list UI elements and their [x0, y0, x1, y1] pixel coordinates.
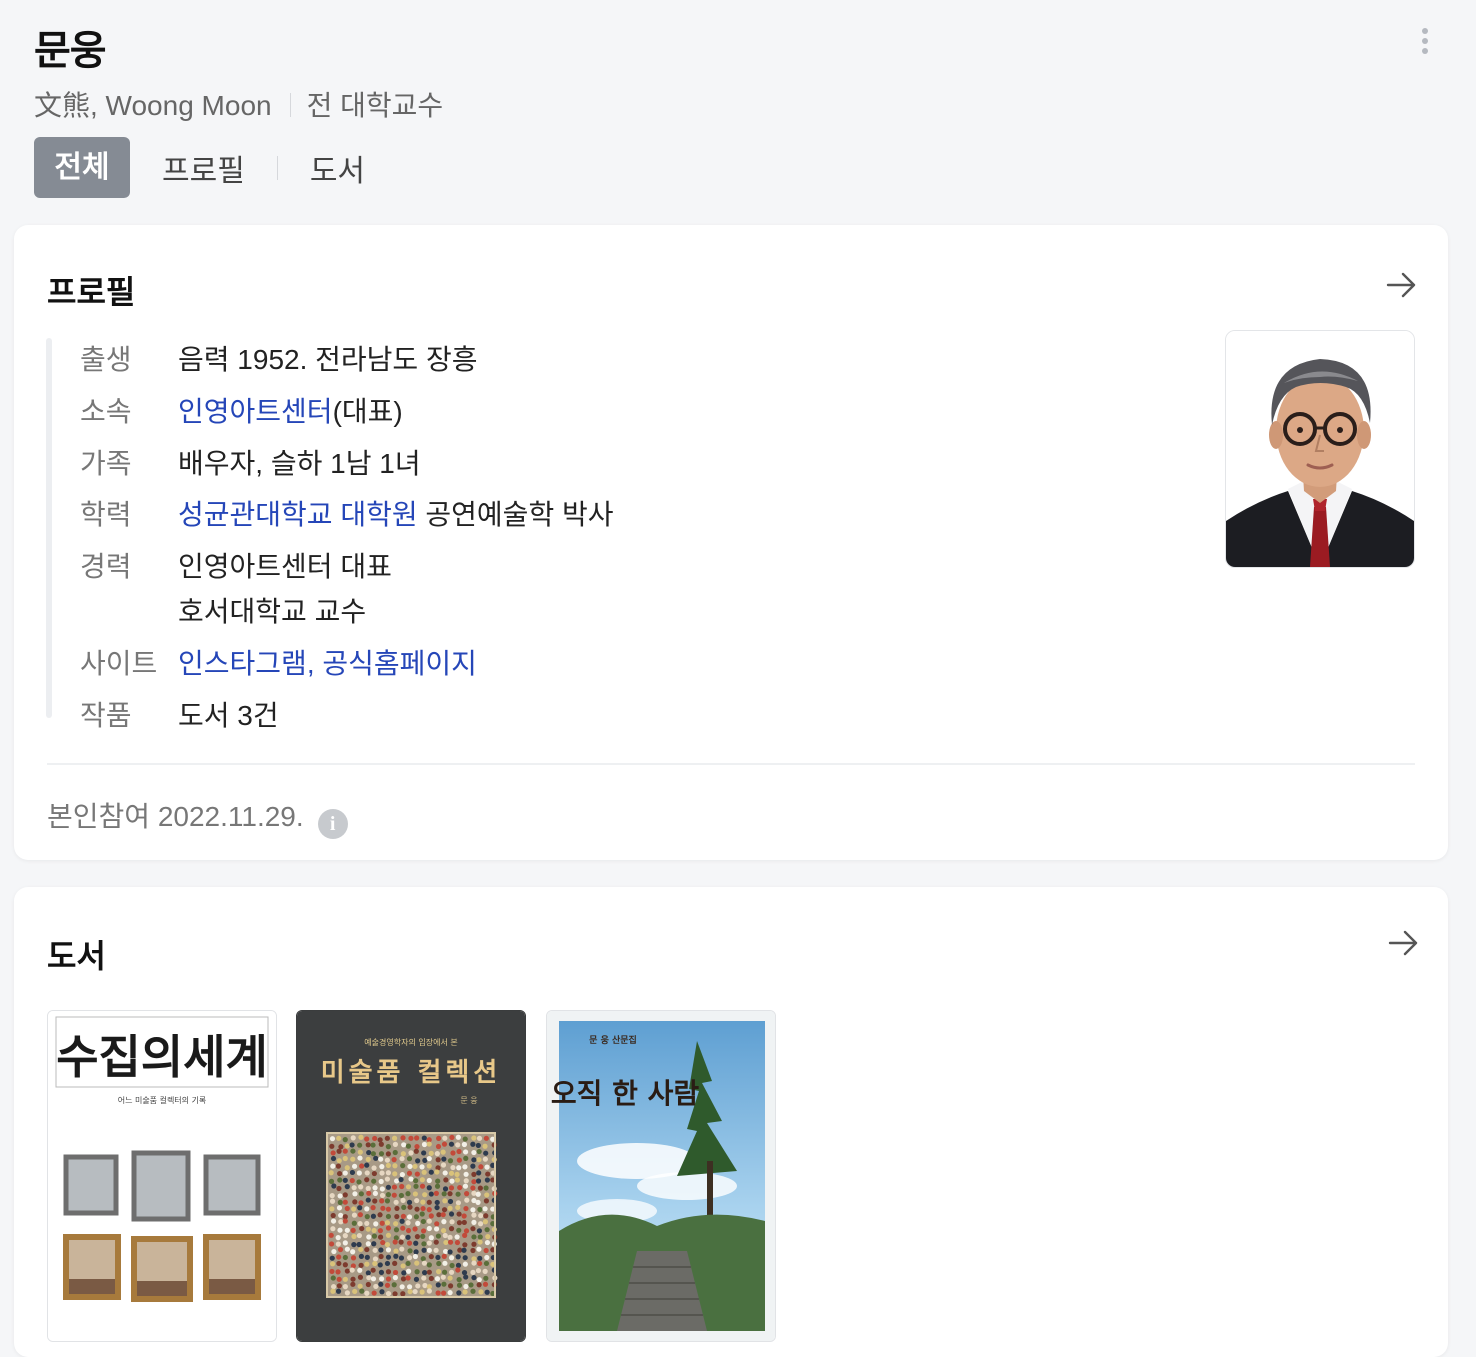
info-bar	[46, 338, 52, 718]
info-label: 가족	[80, 448, 132, 479]
books-card: 도서 수집의세계 어느 미술품 컬렉터의 기록 예술경영학자의 입장에서 본 미…	[14, 887, 1448, 1357]
tab-bar: 전체 프로필 도서	[34, 137, 365, 198]
info-value: 호서대학교 교수	[178, 596, 367, 627]
info-value: 인영아트센터(대표)	[178, 390, 403, 430]
book-cover-3[interactable]: 문 웅 산문집 오직 한 사람	[546, 1010, 776, 1342]
info-value: 음력 1952. 전라남도 장흥	[178, 344, 478, 375]
profile-card: 프로필 출생 음력 1952. 전라남도 장흥 소속 인영아트센터(대표) 가족…	[14, 225, 1448, 860]
book-cover-1[interactable]: 수집의세계 어느 미술품 컬렉터의 기록	[47, 1010, 277, 1342]
person-occupation: 전 대학교수	[306, 90, 444, 121]
arrow-right-icon[interactable]	[1386, 271, 1418, 299]
tab-divider	[276, 155, 278, 180]
info-value: 배우자, 슬하 1남 1녀	[178, 448, 421, 479]
person-subinfo: 文熊, Woong Moon 전 대학교수	[34, 84, 443, 124]
profile-photo[interactable]	[1225, 330, 1415, 568]
info-label: 출생	[80, 344, 132, 375]
tab-books[interactable]: 도서	[310, 146, 365, 190]
divider	[289, 93, 291, 117]
education-link[interactable]: 성균관대학교 대학원	[178, 499, 418, 530]
book-3-subtitle: 문 웅 산문집	[589, 1034, 637, 1046]
book-1-title: 수집의세계	[56, 1030, 268, 1084]
info-label: 사이트	[80, 648, 158, 679]
participation-note: 본인참여 2022.11.29. i	[47, 795, 348, 839]
book-3-title: 오직 한 사람	[551, 1077, 700, 1110]
arrow-right-icon[interactable]	[1388, 929, 1420, 957]
instagram-link[interactable]: 인스타그램	[178, 648, 307, 679]
person-alias: 文熊, Woong Moon	[34, 90, 272, 121]
person-name: 문웅	[34, 29, 107, 73]
book-2-subtitle: 예술경영학자의 입장에서 본	[364, 1037, 457, 1047]
book-1-subtitle: 어느 미술품 컬렉터의 기록	[118, 1095, 207, 1105]
book-2-author: 문 웅	[460, 1096, 477, 1105]
tab-profile[interactable]: 프로필	[162, 146, 245, 190]
affiliation-link[interactable]: 인영아트센터	[178, 396, 333, 427]
info-value: 성균관대학교 대학원 공연예술학 박사	[178, 493, 614, 533]
works-link[interactable]: 도서 3건	[178, 694, 279, 734]
info-label: 작품	[80, 700, 132, 731]
homepage-link[interactable]: 공식홈페이지	[322, 648, 477, 679]
info-label: 경력	[80, 551, 132, 582]
info-icon[interactable]: i	[317, 809, 348, 839]
info-value: 인영아트센터 대표	[178, 551, 392, 582]
site-separator: ,	[306, 648, 323, 679]
info-label: 학력	[80, 499, 132, 530]
person-header: 문웅 文熊, Woong Moon 전 대학교수 전체 프로필 도서	[0, 0, 1476, 220]
profile-divider	[47, 763, 1415, 765]
books-section-title: 도서	[47, 938, 106, 974]
book-2-title: 미술품 컬렉션	[321, 1058, 502, 1088]
book-cover-2[interactable]: 예술경영학자의 입장에서 본 미술품 컬렉션 문 웅	[296, 1010, 526, 1342]
education-suffix: 공연예술학 박사	[417, 499, 614, 530]
tab-all[interactable]: 전체	[34, 137, 130, 198]
info-value: 인스타그램, 공식홈페이지	[178, 642, 477, 682]
affiliation-suffix: (대표)	[332, 396, 403, 427]
info-label: 소속	[80, 396, 132, 427]
more-options-icon[interactable]	[1414, 24, 1436, 60]
participation-text: 본인참여 2022.11.29.	[47, 801, 304, 832]
profile-section-title: 프로필	[47, 274, 136, 310]
